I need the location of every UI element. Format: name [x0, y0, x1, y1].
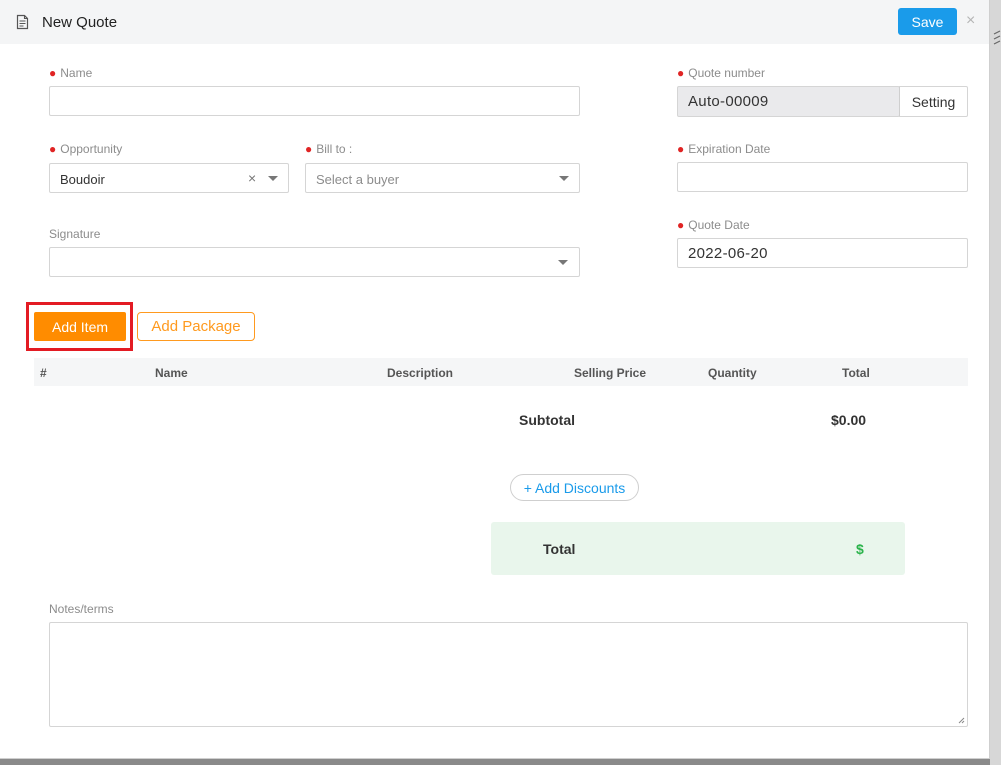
required-dot-icon: ● — [677, 218, 685, 232]
opportunity-select[interactable]: Boudoir × — [49, 163, 289, 193]
total-label: Total — [543, 541, 576, 557]
backdrop — [990, 0, 1001, 765]
name-label: ● Name — [49, 66, 93, 80]
save-button[interactable]: Save — [898, 8, 957, 35]
close-icon[interactable]: × — [966, 11, 975, 31]
expiration-date-input[interactable] — [677, 162, 968, 192]
background-edge-glyph — [993, 30, 1001, 45]
signature-select[interactable] — [49, 247, 580, 277]
chevron-down-icon — [559, 176, 569, 181]
notes-terms-label: Notes/terms — [49, 602, 114, 616]
column-header-name: Name — [155, 366, 188, 380]
required-dot-icon: ● — [49, 142, 57, 156]
expiration-date-label: ● Expiration Date — [677, 142, 771, 156]
opportunity-label: ● Opportunity — [49, 142, 123, 156]
resize-grip-icon[interactable] — [957, 716, 965, 724]
add-package-button[interactable]: Add Package — [137, 312, 255, 341]
quote-date-input[interactable]: 2022-06-20 — [677, 238, 968, 268]
chevron-down-icon — [268, 176, 278, 181]
bill-to-label: ● Bill to : — [305, 142, 353, 156]
column-header-total: Total — [842, 366, 870, 380]
total-value: $ — [856, 541, 864, 557]
column-header-description: Description — [387, 366, 454, 380]
document-icon — [16, 14, 29, 30]
subtotal-value: $0.00 — [831, 412, 867, 428]
column-header-quantity: Quantity — [708, 366, 757, 380]
bill-to-select[interactable]: Select a buyer — [305, 163, 580, 193]
notes-terms-textarea[interactable] — [49, 622, 968, 727]
name-input[interactable] — [49, 86, 580, 116]
quote-number-input: Auto-00009 — [677, 86, 900, 117]
new-quote-modal: New Quote Save × ● Name ● Quote number Aut… — [0, 0, 990, 759]
subtotal-label: Subtotal — [519, 412, 575, 428]
clear-icon[interactable]: × — [248, 170, 256, 186]
modal-header: New Quote Save × — [0, 0, 989, 44]
modal-title: New Quote — [42, 14, 118, 31]
quote-date-label: ● Quote Date — [677, 218, 750, 232]
signature-label: Signature — [49, 227, 101, 241]
column-header-selling-price: Selling Price — [574, 366, 647, 380]
add-item-button[interactable]: Add Item — [34, 312, 126, 341]
quote-number-label: ● Quote number — [677, 66, 765, 80]
chevron-down-icon — [558, 260, 568, 265]
items-table-header: # Name Description Selling Price Quantit… — [34, 358, 968, 386]
required-dot-icon: ● — [49, 66, 57, 80]
quote-number-setting-button[interactable]: Setting — [899, 86, 968, 117]
required-dot-icon: ● — [677, 66, 685, 80]
required-dot-icon: ● — [677, 142, 685, 156]
total-box: Total $ — [491, 522, 905, 575]
column-header-number: # — [40, 366, 47, 380]
add-discounts-button[interactable]: + Add Discounts — [510, 474, 639, 501]
required-dot-icon: ● — [305, 142, 313, 156]
